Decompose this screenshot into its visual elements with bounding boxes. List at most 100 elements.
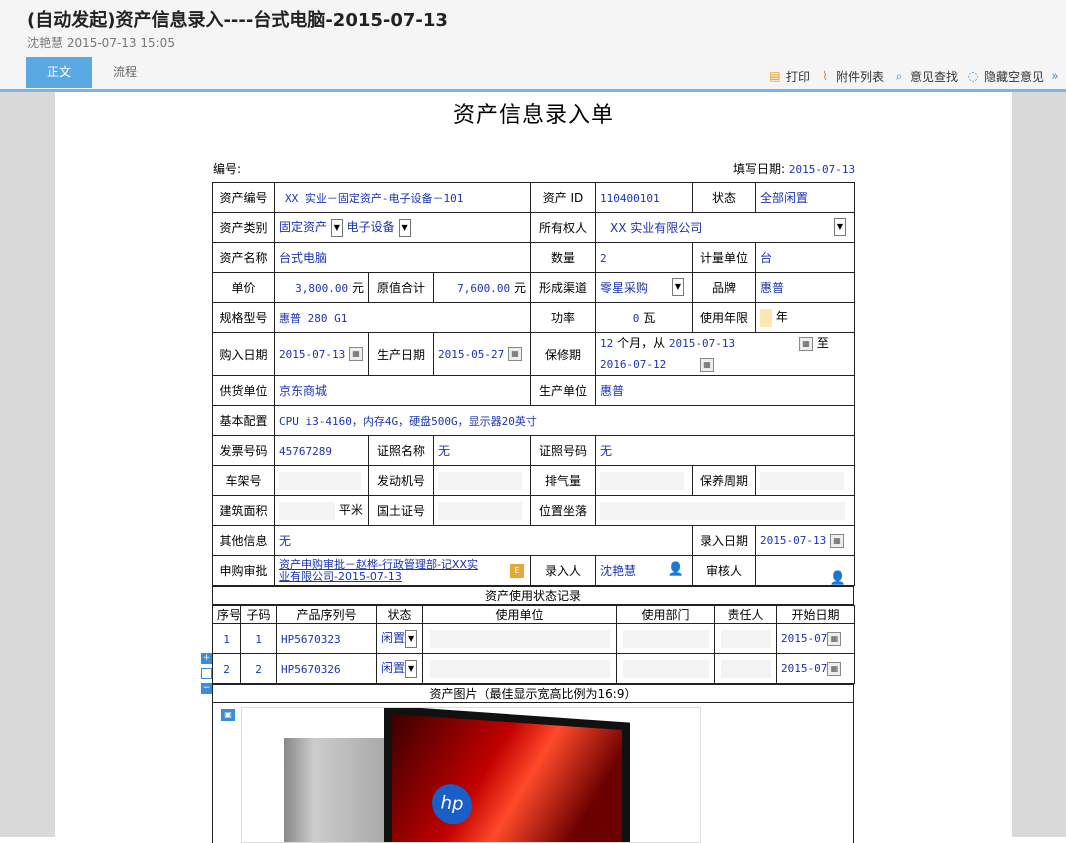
power-field[interactable]: 0 瓦: [595, 302, 693, 333]
label-warranty: 保修期: [530, 332, 596, 376]
print-button[interactable]: ▤ 打印: [768, 67, 810, 85]
location-field[interactable]: [595, 495, 855, 526]
asset-type-primary[interactable]: 固定资产: [279, 220, 327, 234]
asset-type-secondary[interactable]: 电子设备: [347, 220, 395, 234]
chevron-down-icon[interactable]: ▼: [834, 218, 846, 236]
asset-type-field[interactable]: 固定资产 ▼ 电子设备 ▼: [274, 212, 531, 243]
prod-date-field[interactable]: 2015-05-27 ▦: [433, 332, 531, 376]
label-total: 原值合计: [368, 272, 434, 303]
brand-field[interactable]: 惠普: [755, 272, 855, 303]
chevron-down-icon[interactable]: ▼: [405, 659, 418, 678]
label-asset-id: 资产 ID: [530, 182, 596, 213]
status-select[interactable]: 闲置 ▼: [376, 623, 423, 654]
usage-section-title: 资产使用状态记录: [212, 586, 854, 605]
asset-image: hp: [241, 707, 701, 843]
reviewer-field[interactable]: 👤: [755, 555, 855, 586]
label-buy-date: 购入日期: [212, 332, 275, 376]
col-serial: 产品序列号: [276, 605, 377, 624]
label-price: 单价: [212, 272, 275, 303]
table-row: 2 2 HP5670326 闲置 ▼ 2015-07 ▦: [212, 653, 855, 684]
hide-empty-opinion-button[interactable]: ◌ 隐藏空意见 »: [966, 67, 1066, 85]
calendar-icon[interactable]: ▦: [827, 661, 842, 676]
usage-section-header: 资产使用状态记录: [212, 586, 854, 605]
unit-field[interactable]: 台: [755, 242, 855, 273]
label-cert-name: 证照名称: [368, 435, 434, 466]
label-brand: 品牌: [692, 272, 756, 303]
calendar-icon[interactable]: ▦: [827, 631, 842, 646]
total-field[interactable]: 7,600.00 元: [433, 272, 531, 303]
config-field[interactable]: CPU i3-4160，内存4G，硬盘500G，显示器20英寸: [274, 405, 855, 436]
toolbar: ▤ 打印 ⌇ 附件列表 ⌕ 意见查找 ◌ 隐藏空意见 »: [760, 67, 1066, 85]
quantity-field[interactable]: 2: [595, 242, 693, 273]
label-power: 功率: [530, 302, 596, 333]
status-select[interactable]: 闲置 ▼: [376, 653, 423, 684]
supplier-field[interactable]: 京东商城: [274, 375, 531, 406]
fill-date: 填写日期: 2015-07-13: [733, 160, 855, 177]
displacement-field[interactable]: [595, 465, 693, 496]
search-opinion-button[interactable]: ⌕ 意见查找: [892, 67, 958, 85]
calendar-icon[interactable]: ▦: [700, 357, 715, 372]
price-field[interactable]: 3,800.00 元: [274, 272, 369, 303]
owner-field[interactable]: XX 实业有限公司 ▼: [595, 212, 855, 243]
buy-date-field[interactable]: 2015-07-13 ▦: [274, 332, 369, 376]
user-icon[interactable]: 👤: [668, 562, 684, 577]
approval-icon[interactable]: E: [510, 564, 524, 578]
calendar-icon[interactable]: ▦: [830, 533, 845, 548]
maintain-field[interactable]: [755, 465, 855, 496]
status-field[interactable]: 全部闲置: [755, 182, 855, 213]
invoice-field[interactable]: 45767289: [274, 435, 369, 466]
entry-user-field[interactable]: 沈艳慧 👤: [595, 555, 693, 586]
purchase-field[interactable]: 资产申购审批－赵桦-行政管理部-记XX实 业有限公司-2015-07-13 E: [274, 555, 531, 586]
label-asset-type: 资产类别: [212, 212, 275, 243]
copy-row-icon[interactable]: [201, 668, 212, 679]
calendar-icon[interactable]: ▦: [508, 347, 523, 362]
cert-name-field[interactable]: 无: [433, 435, 531, 466]
chevron-down-icon[interactable]: ▼: [398, 218, 411, 237]
chevron-down-icon[interactable]: ▼: [330, 218, 343, 237]
area-field[interactable]: 平米: [274, 495, 369, 526]
attachments-button[interactable]: ⌇ 附件列表: [818, 67, 884, 85]
fill-date-label: 填写日期:: [733, 162, 786, 176]
producer-field[interactable]: 惠普: [595, 375, 855, 406]
chevron-down-icon[interactable]: ▼: [405, 629, 418, 648]
calendar-icon[interactable]: ▦: [349, 347, 364, 362]
channel-field[interactable]: 零星采购 ▼: [595, 272, 693, 303]
life-field[interactable]: 年: [755, 302, 855, 333]
asset-name-field[interactable]: 台式电脑: [274, 242, 531, 273]
label-cert-no: 证照号码: [530, 435, 596, 466]
image-upload-icon[interactable]: ▣: [221, 709, 235, 721]
tab-flow[interactable]: 流程: [92, 57, 158, 88]
col-dept: 使用部门: [616, 605, 715, 624]
warranty-field[interactable]: 12 个月，从 2015-07-13 ▦ 至 2016-07-12 ▦: [595, 332, 855, 376]
col-unit: 使用单位: [422, 605, 617, 624]
engine-no-field[interactable]: [433, 465, 531, 496]
label-asset-no: 资产编号: [212, 182, 275, 213]
label-maintain: 保养周期: [692, 465, 756, 496]
label-model: 规格型号: [212, 302, 275, 333]
add-row-icon[interactable]: +: [201, 653, 212, 664]
life-input[interactable]: [760, 308, 772, 327]
entry-date-field[interactable]: 2015-07-13 ▦: [755, 525, 855, 556]
other-field[interactable]: 无: [274, 525, 693, 556]
paperclip-icon: ⌇: [822, 69, 828, 83]
fill-date-value: 2015-07-13: [788, 163, 856, 176]
monitor: hp: [384, 708, 630, 842]
label-quantity: 数量: [530, 242, 596, 273]
chevron-down-icon[interactable]: ▼: [672, 278, 684, 296]
printer-icon: ▤: [769, 69, 781, 83]
pc-tower: [284, 738, 384, 842]
document-header: (自动发起)资产信息录入----台式电脑-2015-07-13 沈艳慧 2015…: [0, 0, 1066, 90]
frame-no-field[interactable]: [274, 465, 369, 496]
model-field[interactable]: 惠普 280 G1: [274, 302, 531, 333]
land-cert-field[interactable]: [433, 495, 531, 526]
asset-id-field[interactable]: 110400101: [595, 182, 693, 213]
calendar-icon[interactable]: ▦: [798, 336, 813, 351]
asset-no-field[interactable]: XX 实业－固定资产-电子设备－101: [274, 182, 531, 213]
col-start: 开始日期: [776, 605, 855, 624]
cert-no-field[interactable]: 无: [595, 435, 855, 466]
label-entry-date: 录入日期: [692, 525, 756, 556]
tab-main-text[interactable]: 正文: [26, 57, 92, 88]
remove-row-icon[interactable]: −: [201, 683, 212, 694]
label-engine-no: 发动机号: [368, 465, 434, 496]
user-icon[interactable]: 👤: [830, 571, 846, 585]
